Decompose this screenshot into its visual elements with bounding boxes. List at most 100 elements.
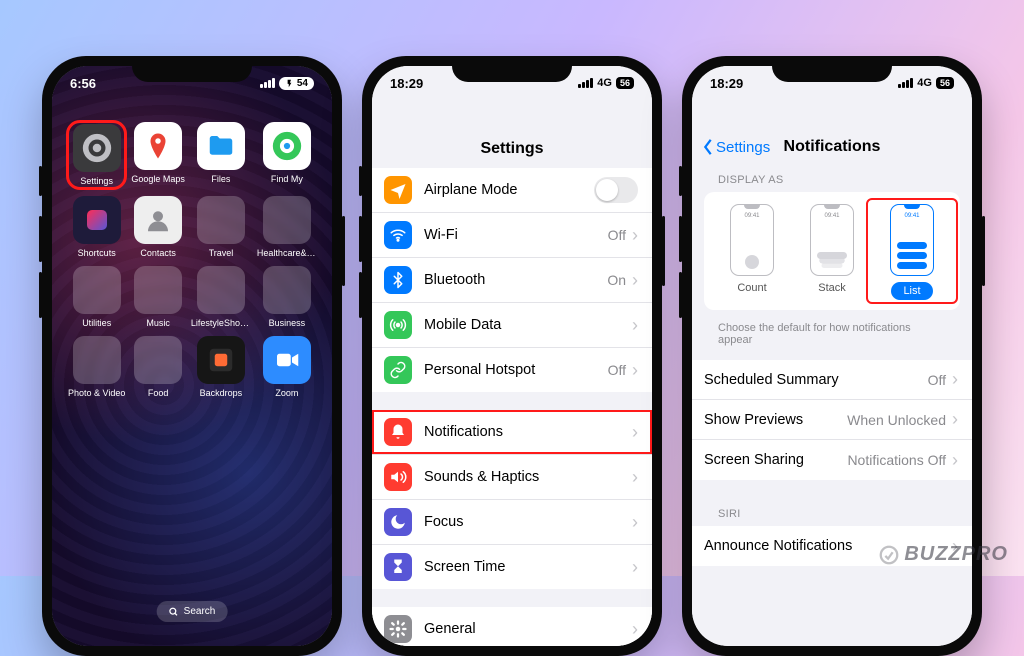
- app-food[interactable]: Food: [131, 336, 185, 398]
- display-option-list[interactable]: 09:41 List: [872, 204, 952, 300]
- row-label: Screen Sharing: [704, 452, 847, 468]
- battery-level: 56: [936, 77, 954, 89]
- app-files[interactable]: Files: [191, 122, 251, 188]
- phone-home: 6:56 54 Settings Google Maps Files Find …: [42, 56, 342, 656]
- app-photo-video[interactable]: Photo & Video: [68, 336, 125, 398]
- speaker-icon: [384, 463, 412, 491]
- app-label: Travel: [209, 248, 234, 258]
- search-button[interactable]: Search: [157, 601, 228, 622]
- app-utilities[interactable]: Utilities: [68, 266, 125, 328]
- row-personal-hotspot[interactable]: Personal Hotspot Off›: [372, 348, 652, 392]
- row-screen-sharing[interactable]: Screen Sharing Notifications Off ›: [692, 440, 972, 480]
- folder-icon: [197, 196, 245, 244]
- app-find-my[interactable]: Find My: [257, 122, 317, 188]
- app-travel[interactable]: Travel: [191, 196, 251, 258]
- row-mobile-data[interactable]: Mobile Data ›: [372, 303, 652, 348]
- app-contacts[interactable]: Contacts: [131, 196, 185, 258]
- display-option-count[interactable]: 09:41 Count: [712, 204, 792, 300]
- row-show-previews[interactable]: Show Previews When Unlocked ›: [692, 400, 972, 440]
- zoom-icon: [263, 336, 311, 384]
- row-label: Mobile Data: [424, 317, 632, 333]
- backdrops-icon: [197, 336, 245, 384]
- folder-icon: [263, 266, 311, 314]
- app-backdrops[interactable]: Backdrops: [191, 336, 251, 398]
- chevron-right-icon: ›: [632, 360, 638, 381]
- chevron-right-icon: ›: [632, 467, 638, 488]
- app-label: Zoom: [275, 388, 298, 398]
- moon-icon: [384, 508, 412, 536]
- display-as-footnote: Choose the default for how notifications…: [692, 316, 972, 346]
- toggle-switch[interactable]: [594, 177, 638, 203]
- signal-icon: [898, 78, 913, 88]
- section-display-as: DISPLAY AS: [692, 164, 972, 192]
- row-focus[interactable]: Focus ›: [372, 500, 652, 545]
- preview-phone-icon: 09:41: [890, 204, 934, 276]
- row-sounds-haptics[interactable]: Sounds & Haptics ›: [372, 455, 652, 500]
- option-label: Count: [737, 282, 766, 294]
- app-label: Business: [269, 318, 306, 328]
- app-shortcuts[interactable]: Shortcuts: [68, 196, 125, 258]
- gmaps-icon: [134, 122, 182, 170]
- airplane-icon: [384, 176, 412, 204]
- notch: [452, 56, 572, 82]
- row-label: Focus: [424, 514, 632, 530]
- chevron-right-icon: ›: [632, 315, 638, 336]
- app-label: Files: [211, 174, 230, 184]
- chevron-right-icon: ›: [632, 270, 638, 291]
- folder-icon: [134, 266, 182, 314]
- logo-icon: [878, 544, 900, 566]
- folder-icon: [134, 336, 182, 384]
- app-label: Food: [148, 388, 169, 398]
- row-general[interactable]: General ›: [372, 607, 652, 646]
- app-settings[interactable]: Settings: [68, 122, 125, 188]
- row-screen-time[interactable]: Screen Time ›: [372, 545, 652, 589]
- row-label: Screen Time: [424, 559, 632, 575]
- network-label: 4G: [597, 77, 612, 89]
- back-button[interactable]: Settings: [702, 138, 770, 156]
- settings-screen: 18:29 4G 56 Settings Airplane Mode Wi-Fi…: [372, 66, 652, 646]
- display-as-options: 09:41 Count 09:41 Stack 09:41 List: [704, 192, 960, 310]
- chevron-right-icon: ›: [952, 369, 958, 390]
- nav-bar: Settings Notifications: [692, 100, 972, 164]
- app-lifestyleshopping[interactable]: LifestyleShopping: [191, 266, 251, 328]
- app-grid: Settings Google Maps Files Find My Short…: [68, 122, 316, 398]
- row-airplane-mode[interactable]: Airplane Mode: [372, 168, 652, 213]
- antenna-icon: [384, 311, 412, 339]
- notifications-settings-group: Scheduled Summary Off ›Show Previews Whe…: [692, 360, 972, 480]
- signal-icon: [260, 78, 275, 88]
- app-label: Settings: [80, 176, 113, 186]
- app-google-maps[interactable]: Google Maps: [131, 122, 185, 188]
- findmy-icon: [263, 122, 311, 170]
- settings-group-alerts: Notifications › Sounds & Haptics › Focus…: [372, 410, 652, 589]
- row-value: Notifications Off: [847, 452, 946, 468]
- row-scheduled-summary[interactable]: Scheduled Summary Off ›: [692, 360, 972, 400]
- row-label: Bluetooth: [424, 272, 607, 288]
- search-icon: [169, 607, 179, 617]
- app-healthcare-fit-[interactable]: Healthcare&Fit...: [257, 196, 317, 258]
- wifi-icon: [384, 221, 412, 249]
- phone-notifications: 18:29 4G 56 Settings Notifications DISPL…: [682, 56, 982, 656]
- bluetooth-icon: [384, 266, 412, 294]
- row-label: Sounds & Haptics: [424, 469, 632, 485]
- bell-icon: [384, 418, 412, 446]
- app-label: Music: [146, 318, 170, 328]
- app-business[interactable]: Business: [257, 266, 317, 328]
- files-icon: [197, 122, 245, 170]
- row-notifications[interactable]: Notifications ›: [372, 410, 652, 455]
- row-bluetooth[interactable]: Bluetooth On›: [372, 258, 652, 303]
- chevron-left-icon: [702, 138, 714, 156]
- row-label: Scheduled Summary: [704, 372, 928, 388]
- folder-icon: [263, 196, 311, 244]
- row-wi-fi[interactable]: Wi-Fi Off›: [372, 213, 652, 258]
- app-zoom[interactable]: Zoom: [257, 336, 317, 398]
- contacts-icon: [134, 196, 182, 244]
- option-label: Stack: [818, 282, 846, 294]
- chevron-right-icon: ›: [632, 422, 638, 443]
- row-value: When Unlocked: [847, 412, 946, 428]
- app-music[interactable]: Music: [131, 266, 185, 328]
- notch: [772, 56, 892, 82]
- display-option-stack[interactable]: 09:41 Stack: [792, 204, 872, 300]
- app-label: Shortcuts: [78, 248, 116, 258]
- app-label: Find My: [271, 174, 303, 184]
- folder-icon: [73, 336, 121, 384]
